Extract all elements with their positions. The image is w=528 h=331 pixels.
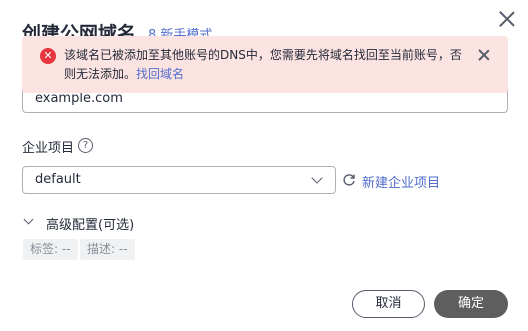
select-value: default [35, 172, 81, 187]
error-alert: ✕ 该域名已被添加至其他账号的DNS中，您需要先将域名找回至当前账号，否则无法添… [22, 36, 508, 93]
enterprise-project-label: 企业项目 [22, 141, 75, 156]
enterprise-project-select[interactable]: default [22, 166, 336, 194]
chevron-down-icon [311, 172, 323, 184]
description-chip: 描述: -- [80, 239, 135, 260]
close-icon[interactable] [497, 9, 517, 29]
create-domain-dialog: 创建公网域名 8 新手模式 example.com ✕ 该域名已被添加至其他账号… [0, 0, 528, 331]
alert-message: 该域名已被添加至其他账号的DNS中，您需要先将域名找回至当前账号，否则无法添加。… [64, 46, 464, 84]
refresh-icon[interactable] [342, 173, 356, 187]
alert-message-text: 该域名已被添加至其他账号的DNS中，您需要先将域名找回至当前账号，否则无法添加。 [64, 48, 462, 81]
error-circle-icon: ✕ [40, 48, 56, 64]
alert-close-icon[interactable] [477, 48, 491, 62]
advanced-config-label: 高级配置(可选) [46, 218, 135, 233]
help-icon[interactable]: ? [78, 138, 93, 153]
confirm-button[interactable]: 确定 [434, 290, 508, 318]
chevron-down-icon [23, 214, 34, 225]
new-enterprise-project-link[interactable]: 新建企业项目 [362, 172, 440, 191]
retrieve-domain-link[interactable]: 找回域名 [136, 67, 184, 81]
dialog-title: 创建公网域名 [22, 23, 137, 36]
newbie-mode-link[interactable]: 8 新手模式 [148, 24, 212, 36]
tag-chip: 标签: -- [23, 239, 78, 260]
cancel-button[interactable]: 取消 [352, 290, 425, 318]
dialog-header: 创建公网域名 8 新手模式 [0, 0, 528, 36]
